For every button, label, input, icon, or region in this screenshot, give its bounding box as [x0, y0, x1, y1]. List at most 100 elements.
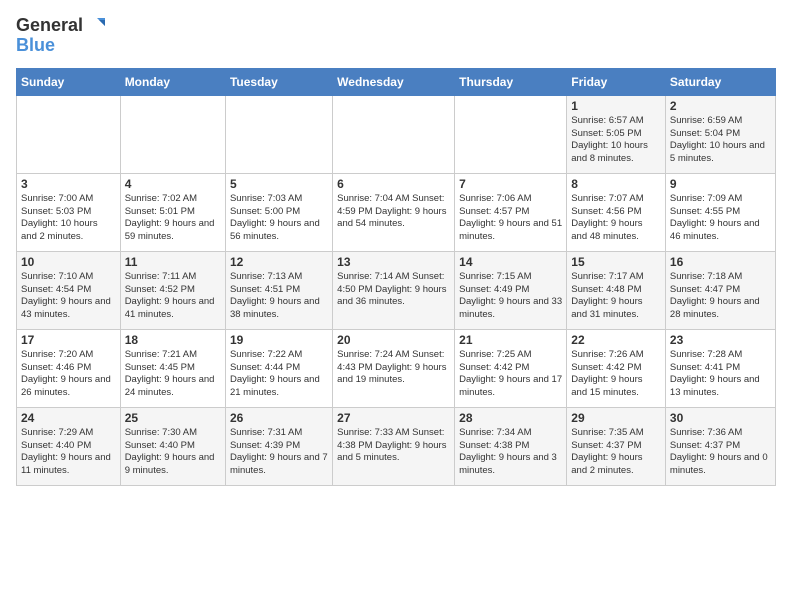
- weekday-header-sunday: Sunday: [17, 68, 121, 95]
- calendar-week-0: 1 Sunrise: 6:57 AM Sunset: 5:05 PM Daylig…: [17, 95, 776, 173]
- day-info: Sunrise: 7:20 AM Sunset: 4:46 PM Dayligh…: [21, 349, 116, 400]
- day-info: Sunrise: 7:18 AM Sunset: 4:47 PM Dayligh…: [670, 271, 771, 322]
- calendar-cell: [455, 95, 567, 173]
- day-info: Sunrise: 7:00 AM Sunset: 5:03 PM Dayligh…: [21, 193, 116, 244]
- calendar-cell: 17 Sunrise: 7:20 AM Sunset: 4:46 PM Dayli…: [17, 329, 121, 407]
- weekday-header-monday: Monday: [120, 68, 225, 95]
- calendar-cell: 1 Sunrise: 6:57 AM Sunset: 5:05 PM Daylig…: [567, 95, 666, 173]
- weekday-header-wednesday: Wednesday: [333, 68, 455, 95]
- day-number: 25: [125, 411, 221, 425]
- day-number: 23: [670, 333, 771, 347]
- day-info: Sunrise: 7:21 AM Sunset: 4:45 PM Dayligh…: [125, 349, 221, 400]
- calendar-table: SundayMondayTuesdayWednesdayThursdayFrid…: [16, 68, 776, 486]
- day-number: 20: [337, 333, 450, 347]
- day-number: 15: [571, 255, 661, 269]
- day-info: Sunrise: 7:09 AM Sunset: 4:55 PM Dayligh…: [670, 193, 771, 244]
- day-number: 29: [571, 411, 661, 425]
- logo-bird-icon: [85, 16, 105, 36]
- day-number: 12: [230, 255, 328, 269]
- day-info: Sunrise: 7:24 AM Sunset: 4:43 PM Dayligh…: [337, 349, 450, 387]
- calendar-cell: 2 Sunrise: 6:59 AM Sunset: 5:04 PM Daylig…: [665, 95, 775, 173]
- calendar-cell: [225, 95, 332, 173]
- calendar-cell: 19Sunrise: 7:22 AM Sunset: 4:44 PM Dayli…: [225, 329, 332, 407]
- day-number: 13: [337, 255, 450, 269]
- day-number: 22: [571, 333, 661, 347]
- calendar-cell: [120, 95, 225, 173]
- day-number: 9: [670, 177, 771, 191]
- header: General Blue: [16, 16, 776, 56]
- calendar-cell: 23 Sunrise: 7:28 AM Sunset: 4:41 PM Dayli…: [665, 329, 775, 407]
- calendar-cell: 13 Sunrise: 7:14 AM Sunset: 4:50 PM Dayli…: [333, 251, 455, 329]
- day-number: 4: [125, 177, 221, 191]
- calendar-week-4: 24 Sunrise: 7:29 AM Sunset: 4:40 PM Dayli…: [17, 407, 776, 485]
- day-number: 17: [21, 333, 116, 347]
- day-info: Sunrise: 7:04 AM Sunset: 4:59 PM Dayligh…: [337, 193, 450, 231]
- calendar-body: 1 Sunrise: 6:57 AM Sunset: 5:05 PM Daylig…: [17, 95, 776, 485]
- calendar-cell: 16 Sunrise: 7:18 AM Sunset: 4:47 PM Dayli…: [665, 251, 775, 329]
- day-info: Sunrise: 7:17 AM Sunset: 4:48 PM Dayligh…: [571, 271, 661, 322]
- calendar-cell: 28 Sunrise: 7:34 AM Sunset: 4:38 PM Dayli…: [455, 407, 567, 485]
- calendar-cell: 26 Sunrise: 7:31 AM Sunset: 4:39 PM Dayli…: [225, 407, 332, 485]
- calendar-cell: 10 Sunrise: 7:10 AM Sunset: 4:54 PM Dayli…: [17, 251, 121, 329]
- day-number: 14: [459, 255, 562, 269]
- day-info: Sunrise: 6:57 AM Sunset: 5:05 PM Dayligh…: [571, 115, 661, 166]
- day-number: 3: [21, 177, 116, 191]
- day-number: 30: [670, 411, 771, 425]
- day-number: 26: [230, 411, 328, 425]
- logo-text-blue: Blue: [16, 36, 55, 56]
- day-info: Sunrise: 7:26 AM Sunset: 4:42 PM Dayligh…: [571, 349, 661, 400]
- calendar-cell: 29 Sunrise: 7:35 AM Sunset: 4:37 PM Dayli…: [567, 407, 666, 485]
- calendar-header: SundayMondayTuesdayWednesdayThursdayFrid…: [17, 68, 776, 95]
- calendar-cell: 14 Sunrise: 7:15 AM Sunset: 4:49 PM Dayli…: [455, 251, 567, 329]
- day-info: Sunrise: 7:10 AM Sunset: 4:54 PM Dayligh…: [21, 271, 116, 322]
- day-info: Sunrise: 6:59 AM Sunset: 5:04 PM Dayligh…: [670, 115, 771, 166]
- calendar-cell: 3 Sunrise: 7:00 AM Sunset: 5:03 PM Daylig…: [17, 173, 121, 251]
- weekday-header-row: SundayMondayTuesdayWednesdayThursdayFrid…: [17, 68, 776, 95]
- day-info: Sunrise: 7:28 AM Sunset: 4:41 PM Dayligh…: [670, 349, 771, 400]
- calendar-cell: 27Sunrise: 7:33 AM Sunset: 4:38 PM Dayli…: [333, 407, 455, 485]
- logo-text-general: General: [16, 16, 83, 36]
- day-info: Sunrise: 7:30 AM Sunset: 4:40 PM Dayligh…: [125, 427, 221, 478]
- day-info: Sunrise: 7:15 AM Sunset: 4:49 PM Dayligh…: [459, 271, 562, 322]
- day-info: Sunrise: 7:03 AM Sunset: 5:00 PM Dayligh…: [230, 193, 328, 244]
- day-info: Sunrise: 7:35 AM Sunset: 4:37 PM Dayligh…: [571, 427, 661, 478]
- day-number: 24: [21, 411, 116, 425]
- weekday-header-tuesday: Tuesday: [225, 68, 332, 95]
- calendar-cell: 12 Sunrise: 7:13 AM Sunset: 4:51 PM Dayli…: [225, 251, 332, 329]
- day-info: Sunrise: 7:07 AM Sunset: 4:56 PM Dayligh…: [571, 193, 661, 244]
- day-info: Sunrise: 7:31 AM Sunset: 4:39 PM Dayligh…: [230, 427, 328, 478]
- calendar-cell: 21 Sunrise: 7:25 AM Sunset: 4:42 PM Dayli…: [455, 329, 567, 407]
- day-info: Sunrise: 7:11 AM Sunset: 4:52 PM Dayligh…: [125, 271, 221, 322]
- calendar-cell: 20 Sunrise: 7:24 AM Sunset: 4:43 PM Dayli…: [333, 329, 455, 407]
- day-number: 28: [459, 411, 562, 425]
- day-number: 11: [125, 255, 221, 269]
- calendar-cell: 22 Sunrise: 7:26 AM Sunset: 4:42 PM Dayli…: [567, 329, 666, 407]
- calendar-cell: 24 Sunrise: 7:29 AM Sunset: 4:40 PM Dayli…: [17, 407, 121, 485]
- calendar-cell: [333, 95, 455, 173]
- calendar-week-2: 10 Sunrise: 7:10 AM Sunset: 4:54 PM Dayli…: [17, 251, 776, 329]
- day-number: 18: [125, 333, 221, 347]
- day-number: 16: [670, 255, 771, 269]
- day-number: 27: [337, 411, 450, 425]
- calendar-cell: [17, 95, 121, 173]
- day-info: Sunrise: 7:25 AM Sunset: 4:42 PM Dayligh…: [459, 349, 562, 400]
- day-number: 7: [459, 177, 562, 191]
- calendar-cell: 15 Sunrise: 7:17 AM Sunset: 4:48 PM Dayli…: [567, 251, 666, 329]
- day-number: 8: [571, 177, 661, 191]
- day-info: Sunrise: 7:06 AM Sunset: 4:57 PM Dayligh…: [459, 193, 562, 244]
- calendar-cell: 9 Sunrise: 7:09 AM Sunset: 4:55 PM Daylig…: [665, 173, 775, 251]
- day-info: Sunrise: 7:36 AM Sunset: 4:37 PM Dayligh…: [670, 427, 771, 478]
- calendar-cell: 7 Sunrise: 7:06 AM Sunset: 4:57 PM Daylig…: [455, 173, 567, 251]
- day-number: 10: [21, 255, 116, 269]
- day-number: 1: [571, 99, 661, 113]
- weekday-header-thursday: Thursday: [455, 68, 567, 95]
- day-number: 19: [230, 333, 328, 347]
- day-number: 21: [459, 333, 562, 347]
- day-info: Sunrise: 7:14 AM Sunset: 4:50 PM Dayligh…: [337, 271, 450, 309]
- calendar-week-3: 17 Sunrise: 7:20 AM Sunset: 4:46 PM Dayli…: [17, 329, 776, 407]
- day-number: 2: [670, 99, 771, 113]
- day-info: Sunrise: 7:13 AM Sunset: 4:51 PM Dayligh…: [230, 271, 328, 322]
- day-info: Sunrise: 7:29 AM Sunset: 4:40 PM Dayligh…: [21, 427, 116, 478]
- day-info: Sunrise: 7:34 AM Sunset: 4:38 PM Dayligh…: [459, 427, 562, 478]
- calendar-cell: 18 Sunrise: 7:21 AM Sunset: 4:45 PM Dayli…: [120, 329, 225, 407]
